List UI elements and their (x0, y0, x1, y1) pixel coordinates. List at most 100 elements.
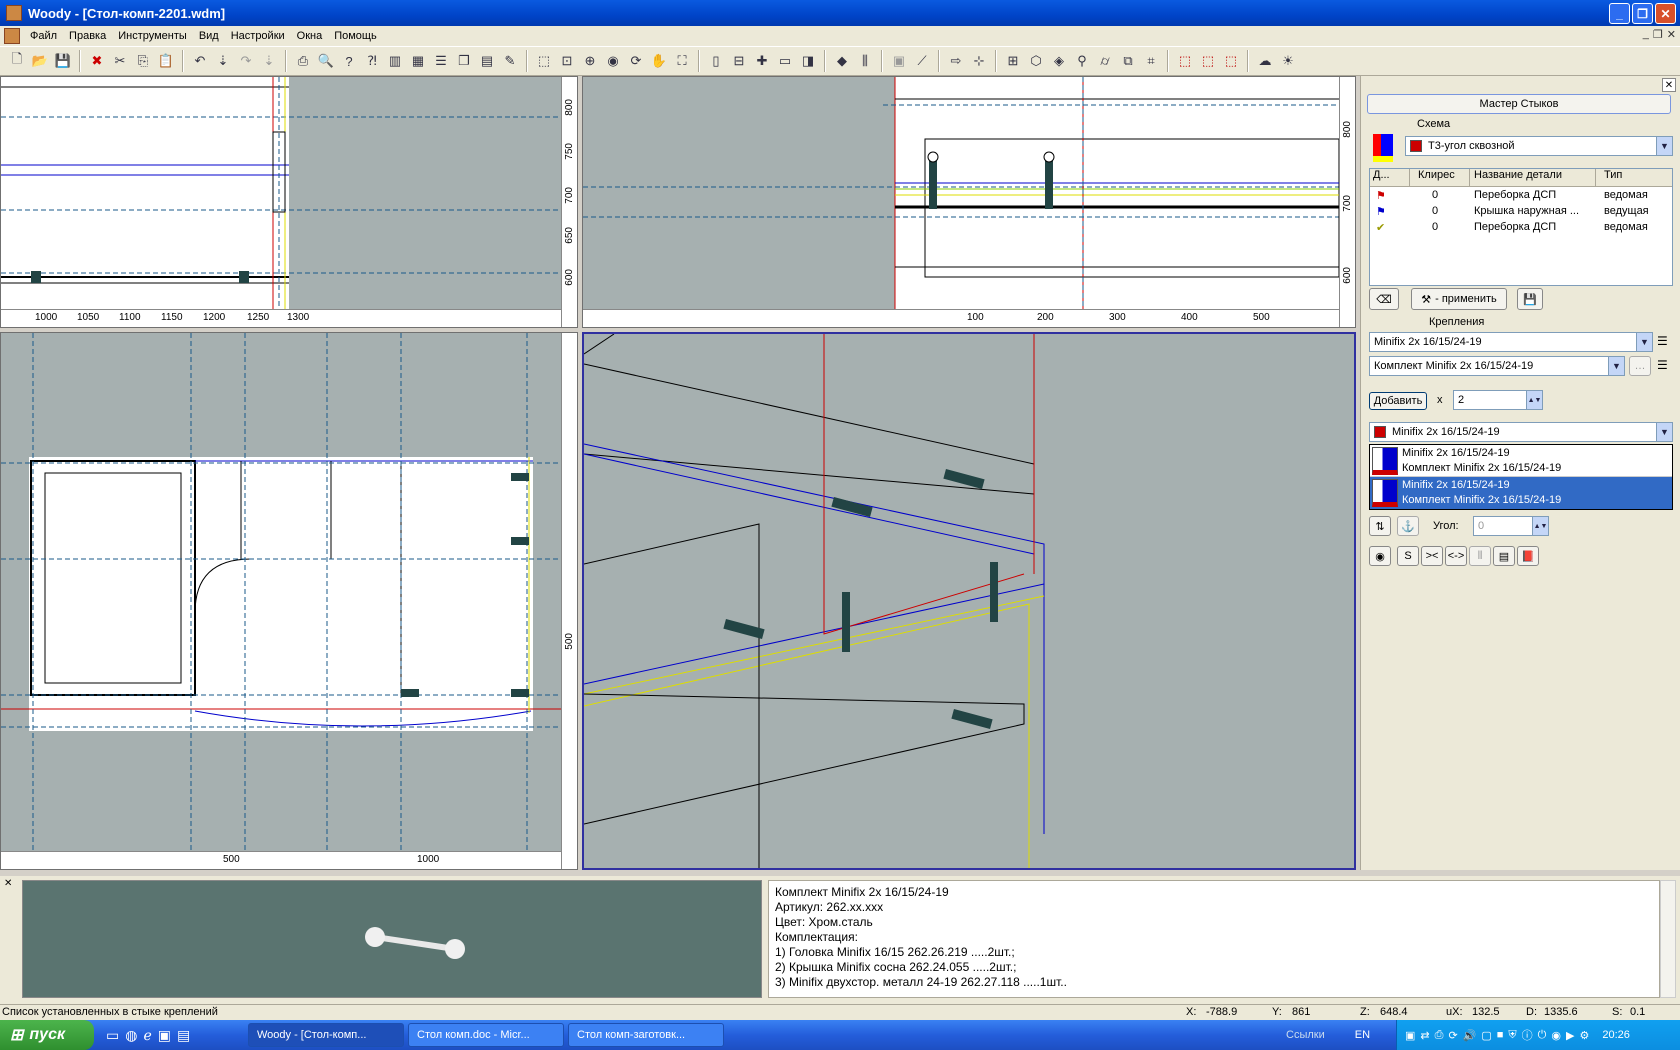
menu-edit[interactable]: Правка (63, 30, 112, 42)
columns-icon[interactable]: ⫴ (1469, 546, 1491, 566)
restore-button[interactable]: ❐ (1632, 3, 1653, 24)
book-icon[interactable]: 📕 (1517, 546, 1539, 566)
sun-icon[interactable]: ☀ (1277, 50, 1299, 72)
save-joint-button[interactable]: 💾 (1517, 288, 1543, 310)
delete-icon[interactable]: ✖ (86, 50, 108, 72)
tray-media-icon[interactable]: ▶ (1566, 1029, 1574, 1042)
light-icon[interactable]: ☁ (1254, 50, 1276, 72)
viewport-top[interactable]: 500 1000 500 (0, 332, 578, 870)
copy-icon[interactable]: ⎘ (132, 50, 154, 72)
layers-icon[interactable]: ☰ (430, 50, 452, 72)
tray-battery-icon[interactable]: ■ (1497, 1029, 1504, 1041)
fasteners-icon[interactable]: ⫼ (854, 50, 876, 72)
view-eye-icon[interactable]: ◉ (602, 50, 624, 72)
eraser-button[interactable]: ⌫ (1369, 288, 1399, 310)
chart-icon[interactable]: ▤ (476, 50, 498, 72)
save-icon[interactable]: 💾 (52, 50, 74, 72)
close-button[interactable]: ✕ (1655, 3, 1676, 24)
tray-gear-icon[interactable]: ⚙ (1579, 1029, 1589, 1042)
table-row[interactable]: ⚑ 0 Переборка ДСП ведомая (1370, 187, 1672, 203)
render-icon[interactable]: ◈ (1048, 50, 1070, 72)
cube-icon[interactable]: ⬡ (1025, 50, 1047, 72)
tray-volume-icon[interactable]: 🔊 (1463, 1029, 1477, 1042)
hierarchy-icon[interactable]: ⊹ (968, 50, 990, 72)
apply-button[interactable]: ⚒ - применить (1411, 288, 1507, 310)
window-icon[interactable]: ⧉ (1117, 50, 1139, 72)
table-header[interactable]: Тип (1596, 169, 1672, 186)
installed-fastener-select[interactable]: Minifix 2x 16/15/24-19 ▼ (1369, 422, 1673, 442)
info-scrollbar[interactable] (1660, 880, 1676, 998)
task-word-blanks[interactable]: Стол комп-заготовк... (568, 1023, 724, 1047)
zoom-window-icon[interactable]: ⊡ (556, 50, 578, 72)
menu-view[interactable]: Вид (193, 30, 225, 42)
panel-close-icon[interactable]: ✕ (1662, 78, 1676, 92)
info-close-icon[interactable]: ✕ (4, 878, 16, 890)
tray-security-icon[interactable]: ⛨ (1508, 1029, 1516, 1042)
mdi-minimize-button[interactable]: _ (1643, 28, 1649, 41)
copy-objects-icon[interactable]: ❐ (453, 50, 475, 72)
redo-icon[interactable]: ↷ (235, 50, 257, 72)
language-indicator[interactable]: EN (1355, 1029, 1370, 1041)
help-icon[interactable]: ? (338, 50, 360, 72)
tray-power-icon[interactable]: ⏻ (1538, 1029, 1547, 1042)
layout-icon[interactable]: ⊞ (1002, 50, 1024, 72)
anchor-icon[interactable]: ⚓ (1397, 516, 1419, 536)
list-item-selected[interactable]: Minifix 2x 16/15/24-19 Комплект Minifix 2… (1370, 477, 1672, 509)
zoom-icon[interactable]: ⊕ (579, 50, 601, 72)
task-woody[interactable]: Woody - [Стол-комп... (248, 1023, 404, 1047)
point-icon[interactable]: ⚲ (1071, 50, 1093, 72)
browse-button[interactable]: … (1629, 356, 1651, 376)
app-icon[interactable]: ▣ (158, 1027, 171, 1044)
browser-icon[interactable]: ℯ (143, 1027, 151, 1044)
angle-stepper[interactable]: 0 ▲▼ (1473, 516, 1549, 536)
cut-icon[interactable]: ✂ (109, 50, 131, 72)
paste-icon[interactable]: 📋 (155, 50, 177, 72)
print-preview-icon[interactable]: 🔍 (315, 50, 337, 72)
chevron-down-icon[interactable]: ▼ (1656, 423, 1672, 441)
fit-all-icon[interactable]: ⛶ (671, 50, 693, 72)
tray-sync-icon[interactable]: ⟳ (1448, 1029, 1457, 1042)
start-button[interactable]: ⊞ пуск (0, 1020, 94, 1050)
shelf-icon[interactable]: ▭ (774, 50, 796, 72)
tool-red-1-icon[interactable]: ⬚ (1174, 50, 1196, 72)
links-toolbar[interactable]: Ссылки (1286, 1029, 1325, 1041)
panel-icon[interactable]: ▯ (705, 50, 727, 72)
tray-printer-icon[interactable]: ⎙ (1435, 1029, 1444, 1042)
count-stepper[interactable]: 2 ▲▼ (1453, 390, 1543, 410)
tray-shield-icon[interactable]: ◉ (1551, 1029, 1561, 1042)
kit-select[interactable]: Комплект Minifix 2x 16/15/24-19 ▼ (1369, 356, 1625, 376)
tray-display-icon[interactable]: ▢ (1481, 1029, 1491, 1042)
s-tool-button[interactable]: S (1397, 546, 1419, 566)
table-row[interactable]: ⚑ 0 Крышка наружная ... ведущая (1370, 203, 1672, 219)
viewport-front[interactable]: 1000 1050 1100 1150 1200 1250 1300 800 7… (0, 76, 578, 328)
material-icon[interactable]: ◆ (831, 50, 853, 72)
properties-icon[interactable]: ▤ (1493, 546, 1515, 566)
table-header[interactable]: Название детали (1470, 169, 1596, 186)
kit-settings-icon[interactable]: ☰ (1657, 358, 1671, 374)
calculator-icon[interactable]: ▦ (407, 50, 429, 72)
tray-network-icon[interactable]: ⇄ (1420, 1029, 1429, 1042)
open-folder-icon[interactable]: 📂 (29, 50, 51, 72)
menu-help[interactable]: Помощь (328, 30, 383, 42)
document-icon[interactable] (4, 28, 20, 44)
spin-arrows-icon[interactable]: ▲▼ (1526, 391, 1542, 409)
chevron-down-icon[interactable]: ▼ (1656, 137, 1672, 155)
list-item[interactable]: Minifix 2x 16/15/24-19 Комплект Minifix 2… (1370, 445, 1672, 477)
tool-red-3-icon[interactable]: ⬚ (1220, 50, 1242, 72)
explorer-icon[interactable]: ◍ (125, 1027, 137, 1044)
menu-windows[interactable]: Окна (291, 30, 329, 42)
select-icon[interactable]: ⬚ (533, 50, 555, 72)
scheme-select[interactable]: Т3-угол сквозной ▼ (1405, 136, 1673, 156)
mirror-tool-button[interactable]: >< (1421, 546, 1443, 566)
media-icon[interactable]: ▤ (177, 1027, 190, 1044)
wand-icon[interactable]: ✎ (499, 50, 521, 72)
minimize-button[interactable]: _ (1609, 3, 1630, 24)
drawer-icon[interactable]: ⊟ (728, 50, 750, 72)
rotate-icon[interactable]: ⟳ (625, 50, 647, 72)
library-icon[interactable]: ▥ (384, 50, 406, 72)
joint-icon[interactable]: ✚ (751, 50, 773, 72)
task-word-doc[interactable]: Стол комп.doc - Micr... (408, 1023, 564, 1047)
sort-arrows-icon[interactable]: ⇅ (1369, 516, 1391, 536)
menu-tools[interactable]: Инструменты (112, 30, 193, 42)
spin-arrows-icon[interactable]: ▲▼ (1532, 517, 1548, 535)
